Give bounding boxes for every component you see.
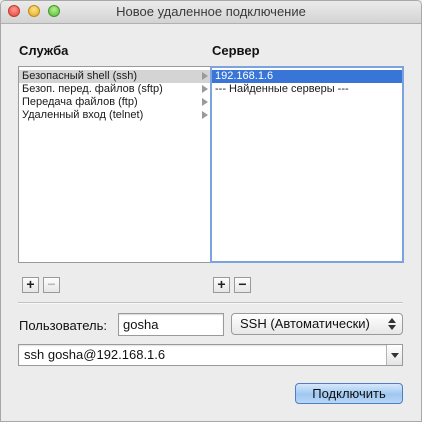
remove-service-button[interactable]: −: [43, 277, 60, 293]
server-item-discovered-header: --- Найденные серверы ---: [212, 83, 402, 96]
add-service-button[interactable]: +: [22, 277, 39, 293]
chevron-right-icon: [202, 111, 208, 119]
service-item-ssh[interactable]: Безопасный shell (ssh): [19, 70, 210, 83]
connect-button[interactable]: Подключить: [295, 383, 403, 404]
remove-server-button[interactable]: −: [234, 277, 251, 293]
service-item-label: Передача файлов (ftp): [22, 96, 138, 108]
server-item[interactable]: 192.168.1.6: [212, 70, 402, 83]
service-item-label: Удаленный вход (telnet): [22, 109, 144, 121]
add-server-button[interactable]: +: [213, 277, 230, 293]
server-item-label: 192.168.1.6: [215, 70, 274, 82]
server-item-label: --- Найденные серверы ---: [215, 83, 349, 95]
chevron-right-icon: [202, 72, 208, 80]
new-remote-connection-window: Новое удаленное подключение Служба Серве…: [0, 0, 422, 422]
divider: [18, 302, 403, 304]
service-item-label: Безопасный shell (ssh): [22, 70, 138, 82]
command-combo-box[interactable]: ssh gosha@192.168.1.6: [18, 344, 403, 366]
user-label: Пользователь:: [19, 318, 107, 333]
service-item-label: Безоп. перед. файлов (sftp): [22, 83, 163, 95]
service-item-ftp[interactable]: Передача файлов (ftp): [19, 96, 210, 109]
chevron-right-icon: [202, 98, 208, 106]
command-field[interactable]: ssh gosha@192.168.1.6: [24, 345, 165, 365]
service-column-label: Служба: [19, 43, 69, 58]
command-dropdown-button[interactable]: [386, 345, 402, 365]
window-title: Новое удаленное подключение: [116, 4, 306, 19]
protocol-popup[interactable]: SSH (Автоматически): [231, 313, 403, 335]
chevron-down-icon: [391, 353, 399, 358]
protocol-popup-value: SSH (Автоматически): [240, 316, 370, 331]
service-item-sftp[interactable]: Безоп. перед. файлов (sftp): [19, 83, 210, 96]
title-bar: Новое удаленное подключение: [1, 1, 421, 24]
server-list[interactable]: 192.168.1.6 --- Найденные серверы ---: [210, 66, 404, 263]
service-list[interactable]: Безопасный shell (ssh) Безоп. перед. фай…: [18, 66, 211, 263]
user-field[interactable]: gosha: [118, 313, 224, 336]
up-down-arrows-icon: [388, 318, 396, 330]
chevron-right-icon: [202, 85, 208, 93]
service-item-telnet[interactable]: Удаленный вход (telnet): [19, 109, 210, 122]
server-column-label: Сервер: [212, 43, 260, 58]
